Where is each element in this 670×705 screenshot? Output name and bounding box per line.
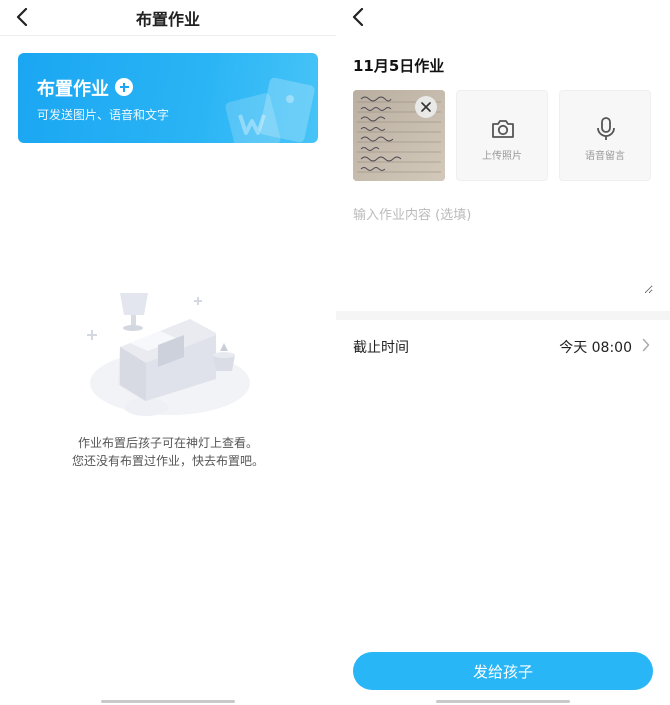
homework-date-title: 11月5日作业 — [353, 57, 445, 75]
plus-circle-icon — [115, 78, 133, 96]
chevron-right-icon — [642, 338, 650, 352]
compose-homework-screen: 11月5日作业 上传照片 语音留言 输入作业内容 (选填) 截止时间 今天 08… — [336, 0, 670, 705]
section-divider — [336, 311, 670, 320]
deadline-row[interactable]: 截止时间 今天 08:00 — [336, 320, 670, 372]
send-to-child-button[interactable]: 发给孩子 — [353, 652, 653, 690]
empty-state-illustration — [87, 293, 250, 416]
assign-homework-screen: 布置作业 布置作业 可发送图片、语音和文字 作业布置后孩子可在神灯上查看。 您还… — [0, 0, 336, 705]
voice-message-button[interactable]: 语音留言 — [559, 90, 651, 181]
microphone-icon — [597, 117, 615, 140]
documents-decoration-icon — [225, 77, 315, 143]
banner-title: 布置作业 — [37, 79, 109, 100]
homework-content-input[interactable] — [353, 204, 653, 294]
close-icon — [421, 102, 431, 112]
banner-subtitle: 可发送图片、语音和文字 — [37, 108, 170, 122]
deadline-value: 今天 08:00 — [559, 340, 632, 356]
remove-photo-button[interactable] — [415, 96, 437, 118]
deadline-label: 截止时间 — [353, 340, 409, 356]
empty-state-message: 作业布置后孩子可在神灯上查看。 — [77, 436, 258, 450]
page-title: 布置作业 — [135, 10, 200, 29]
home-indicator[interactable] — [101, 700, 235, 703]
nav-divider — [0, 35, 336, 36]
upload-photo-label: 上传照片 — [482, 151, 522, 162]
empty-state-hint: 您还没有布置过作业，快去布置吧。 — [71, 454, 264, 468]
upload-photo-button[interactable]: 上传照片 — [456, 90, 548, 181]
chevron-left-icon — [352, 8, 364, 26]
assign-homework-banner[interactable]: 布置作业 可发送图片、语音和文字 — [18, 53, 318, 143]
home-indicator[interactable] — [436, 700, 570, 703]
back-button[interactable] — [344, 4, 372, 30]
camera-icon — [492, 120, 514, 138]
voice-message-label: 语音留言 — [585, 151, 625, 162]
